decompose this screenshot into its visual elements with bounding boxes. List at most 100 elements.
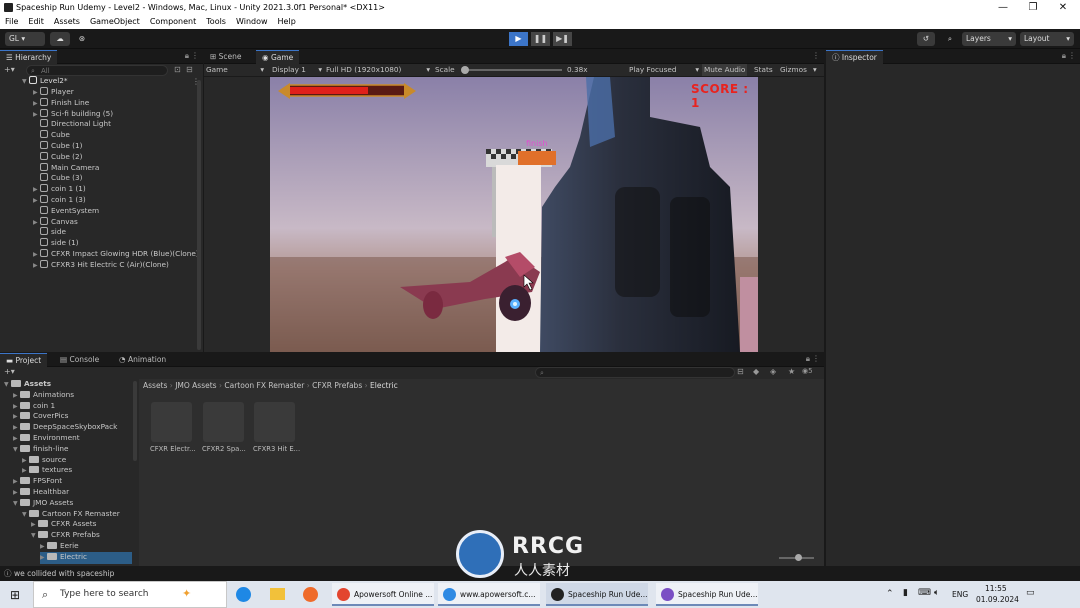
expand-arrow-icon[interactable]: ▼ [22,510,29,521]
step-button[interactable]: ▶❚ [553,32,572,46]
layers-dropdown[interactable]: Layers ▾ [962,32,1016,46]
hierarchy-item[interactable]: Cube (2) [33,151,83,163]
project-search-input[interactable]: ⌕ [535,367,735,378]
tab-game[interactable]: ◉ Game [256,50,300,64]
menu-assets[interactable]: Assets [49,15,85,29]
close-button[interactable]: ✕ [1050,0,1076,15]
game-mode-dropdown[interactable]: Game ▾ [206,64,264,76]
hierarchy-search-input[interactable]: ⌕ All [26,65,168,76]
breadcrumb-cartoon-fx[interactable]: Cartoon FX Remaster [224,381,304,390]
notification-icon[interactable]: ▭ [1026,588,1035,598]
kebab-menu-icon[interactable]: ⋮ [1068,51,1076,60]
pause-button[interactable]: ❚❚ [531,32,550,46]
play-focused-dropdown[interactable]: Play Focused ▾ [629,64,699,76]
hierarchy-item[interactable]: side (1) [33,238,79,249]
star-icon[interactable]: ★ [788,367,795,376]
hierarchy-item[interactable]: Cube (1) [33,141,83,152]
hierarchy-item[interactable]: Directional Light [33,119,111,130]
status-message[interactable]: we collided with spaceship [14,566,114,581]
menu-edit[interactable]: Edit [23,15,49,29]
hierarchy-item[interactable]: side [33,227,66,238]
lock-icon[interactable]: 🔒︎ [806,354,810,364]
file-explorer-icon[interactable] [270,588,285,600]
scale-slider-handle[interactable] [461,66,469,74]
stats-toggle[interactable]: Stats [754,64,773,76]
kebab-menu-icon[interactable]: ⋮ [191,51,199,60]
resolution-dropdown[interactable]: Full HD (1920x1080) ▾ [326,64,430,76]
breadcrumb-cfxr-prefabs[interactable]: CFXR Prefabs [312,381,362,390]
windows-start-icon[interactable]: ⊞ [10,588,20,602]
label-icon[interactable]: ◆ [753,367,759,376]
expand-arrow-icon[interactable]: ▼ [13,499,20,510]
search-icon[interactable]: ⌕ [941,32,959,46]
maximize-button[interactable]: ❐ [1020,0,1046,15]
game-render[interactable]: SCORE : 1 finish [270,77,758,352]
expand-arrow-icon[interactable]: ▼ [4,380,11,391]
taskbar-app-button[interactable]: Spaceship Run Ude... [546,583,648,606]
menu-tools[interactable]: Tools [201,15,231,29]
tab-hierarchy[interactable]: ☰ Hierarchy [0,50,58,64]
mute-audio-toggle[interactable]: Mute Audio [702,64,748,76]
hierarchy-item[interactable]: Cube [33,130,70,141]
kebab-menu-icon[interactable]: ⋮ [812,354,820,363]
kebab-menu-icon[interactable]: ⋮ [812,51,820,60]
menu-gameobject[interactable]: GameObject [85,15,145,29]
hierarchy-item[interactable]: EventSystem [33,205,99,217]
asset-thumbnail[interactable] [203,402,244,442]
scrollbar[interactable] [197,80,201,350]
hierarchy-item[interactable]: Cube (3) [33,173,83,184]
chevron-up-icon[interactable]: ⌃ [886,589,894,599]
expand-arrow-icon[interactable]: ▼ [13,445,20,456]
history-icon[interactable]: ↺ [917,32,935,46]
tab-scene[interactable]: ⊞ Scene [204,50,248,64]
tab-inspector[interactable]: ⓘ Inspector [826,50,883,64]
lock-icon[interactable]: 🔒︎ [185,51,189,61]
menu-window[interactable]: Window [231,15,273,29]
expand-arrow-icon[interactable]: ▶ [40,553,47,564]
hierarchy-item[interactable]: Main Camera [33,162,99,174]
expand-arrow-icon[interactable]: ▼ [22,77,29,88]
hierarchy-item[interactable]: ▶ CFXR3 Hit Electric C (Air)(Clone) [33,259,169,272]
tab-project[interactable]: ▬ Project [0,353,48,367]
tab-console[interactable]: ▤ Console [54,353,105,367]
scale-slider[interactable] [461,66,562,74]
filter-icon[interactable]: ⊟ [186,65,193,74]
menu-help[interactable]: Help [273,15,301,29]
breadcrumb-assets[interactable]: Assets [143,381,167,390]
taskbar-app-button[interactable]: www.apowersoft.c... [438,583,540,606]
asset-thumbnail[interactable] [151,402,192,442]
gizmos-toggle[interactable]: Gizmos [780,64,807,76]
taskbar-app-button[interactable]: Apowersoft Online ... [332,583,434,606]
language-indicator[interactable]: ENG [952,590,968,599]
taskbar-search-input[interactable]: ⌕ Type here to search ✦ [33,581,227,608]
breadcrumb-jmo-assets[interactable]: JMO Assets [175,381,216,390]
menu-file[interactable]: File [0,15,23,29]
add-icon[interactable]: +▾ [4,65,15,74]
firefox-icon[interactable] [303,587,318,602]
create-icon[interactable]: ⊟ [737,367,744,376]
clock-time[interactable]: 11:55 [985,584,1007,593]
battery-icon[interactable]: ▮ [903,588,908,598]
expand-arrow-icon[interactable]: ▼ [31,531,38,542]
cloud-icon[interactable]: ☁ [50,32,70,46]
scrollbar[interactable] [133,381,137,461]
thumbnail-size-slider[interactable] [779,554,814,561]
collab-icon[interactable]: ⊛ [74,32,90,46]
play-button[interactable]: ▶ [509,32,528,46]
expand-arrow-icon[interactable]: ▶ [33,261,40,272]
layout-dropdown[interactable]: Layout ▾ [1020,32,1074,46]
network-icon[interactable]: ⌨ [918,588,931,598]
chevron-down-icon[interactable]: ▾ [813,64,817,76]
add-icon[interactable]: +▾ [4,367,15,376]
breadcrumb-electric[interactable]: Electric [370,381,398,390]
clock-date[interactable]: 01.09.2024 [976,595,1019,604]
asset-thumbnail[interactable] [254,402,295,442]
tag-icon[interactable]: ◈ [770,367,776,376]
minimize-button[interactable]: — [990,0,1016,15]
account-button[interactable]: GL ▾ [5,32,45,46]
taskbar-app-button[interactable]: Spaceship Run Ude... [656,583,758,606]
project-folder-item[interactable]: ▶ Electric [40,551,132,564]
tab-animation[interactable]: ◔ Animation [113,353,172,367]
thumbnail-size-handle[interactable] [795,554,802,561]
scene-visibility-icon[interactable]: ⊡ [174,65,181,74]
